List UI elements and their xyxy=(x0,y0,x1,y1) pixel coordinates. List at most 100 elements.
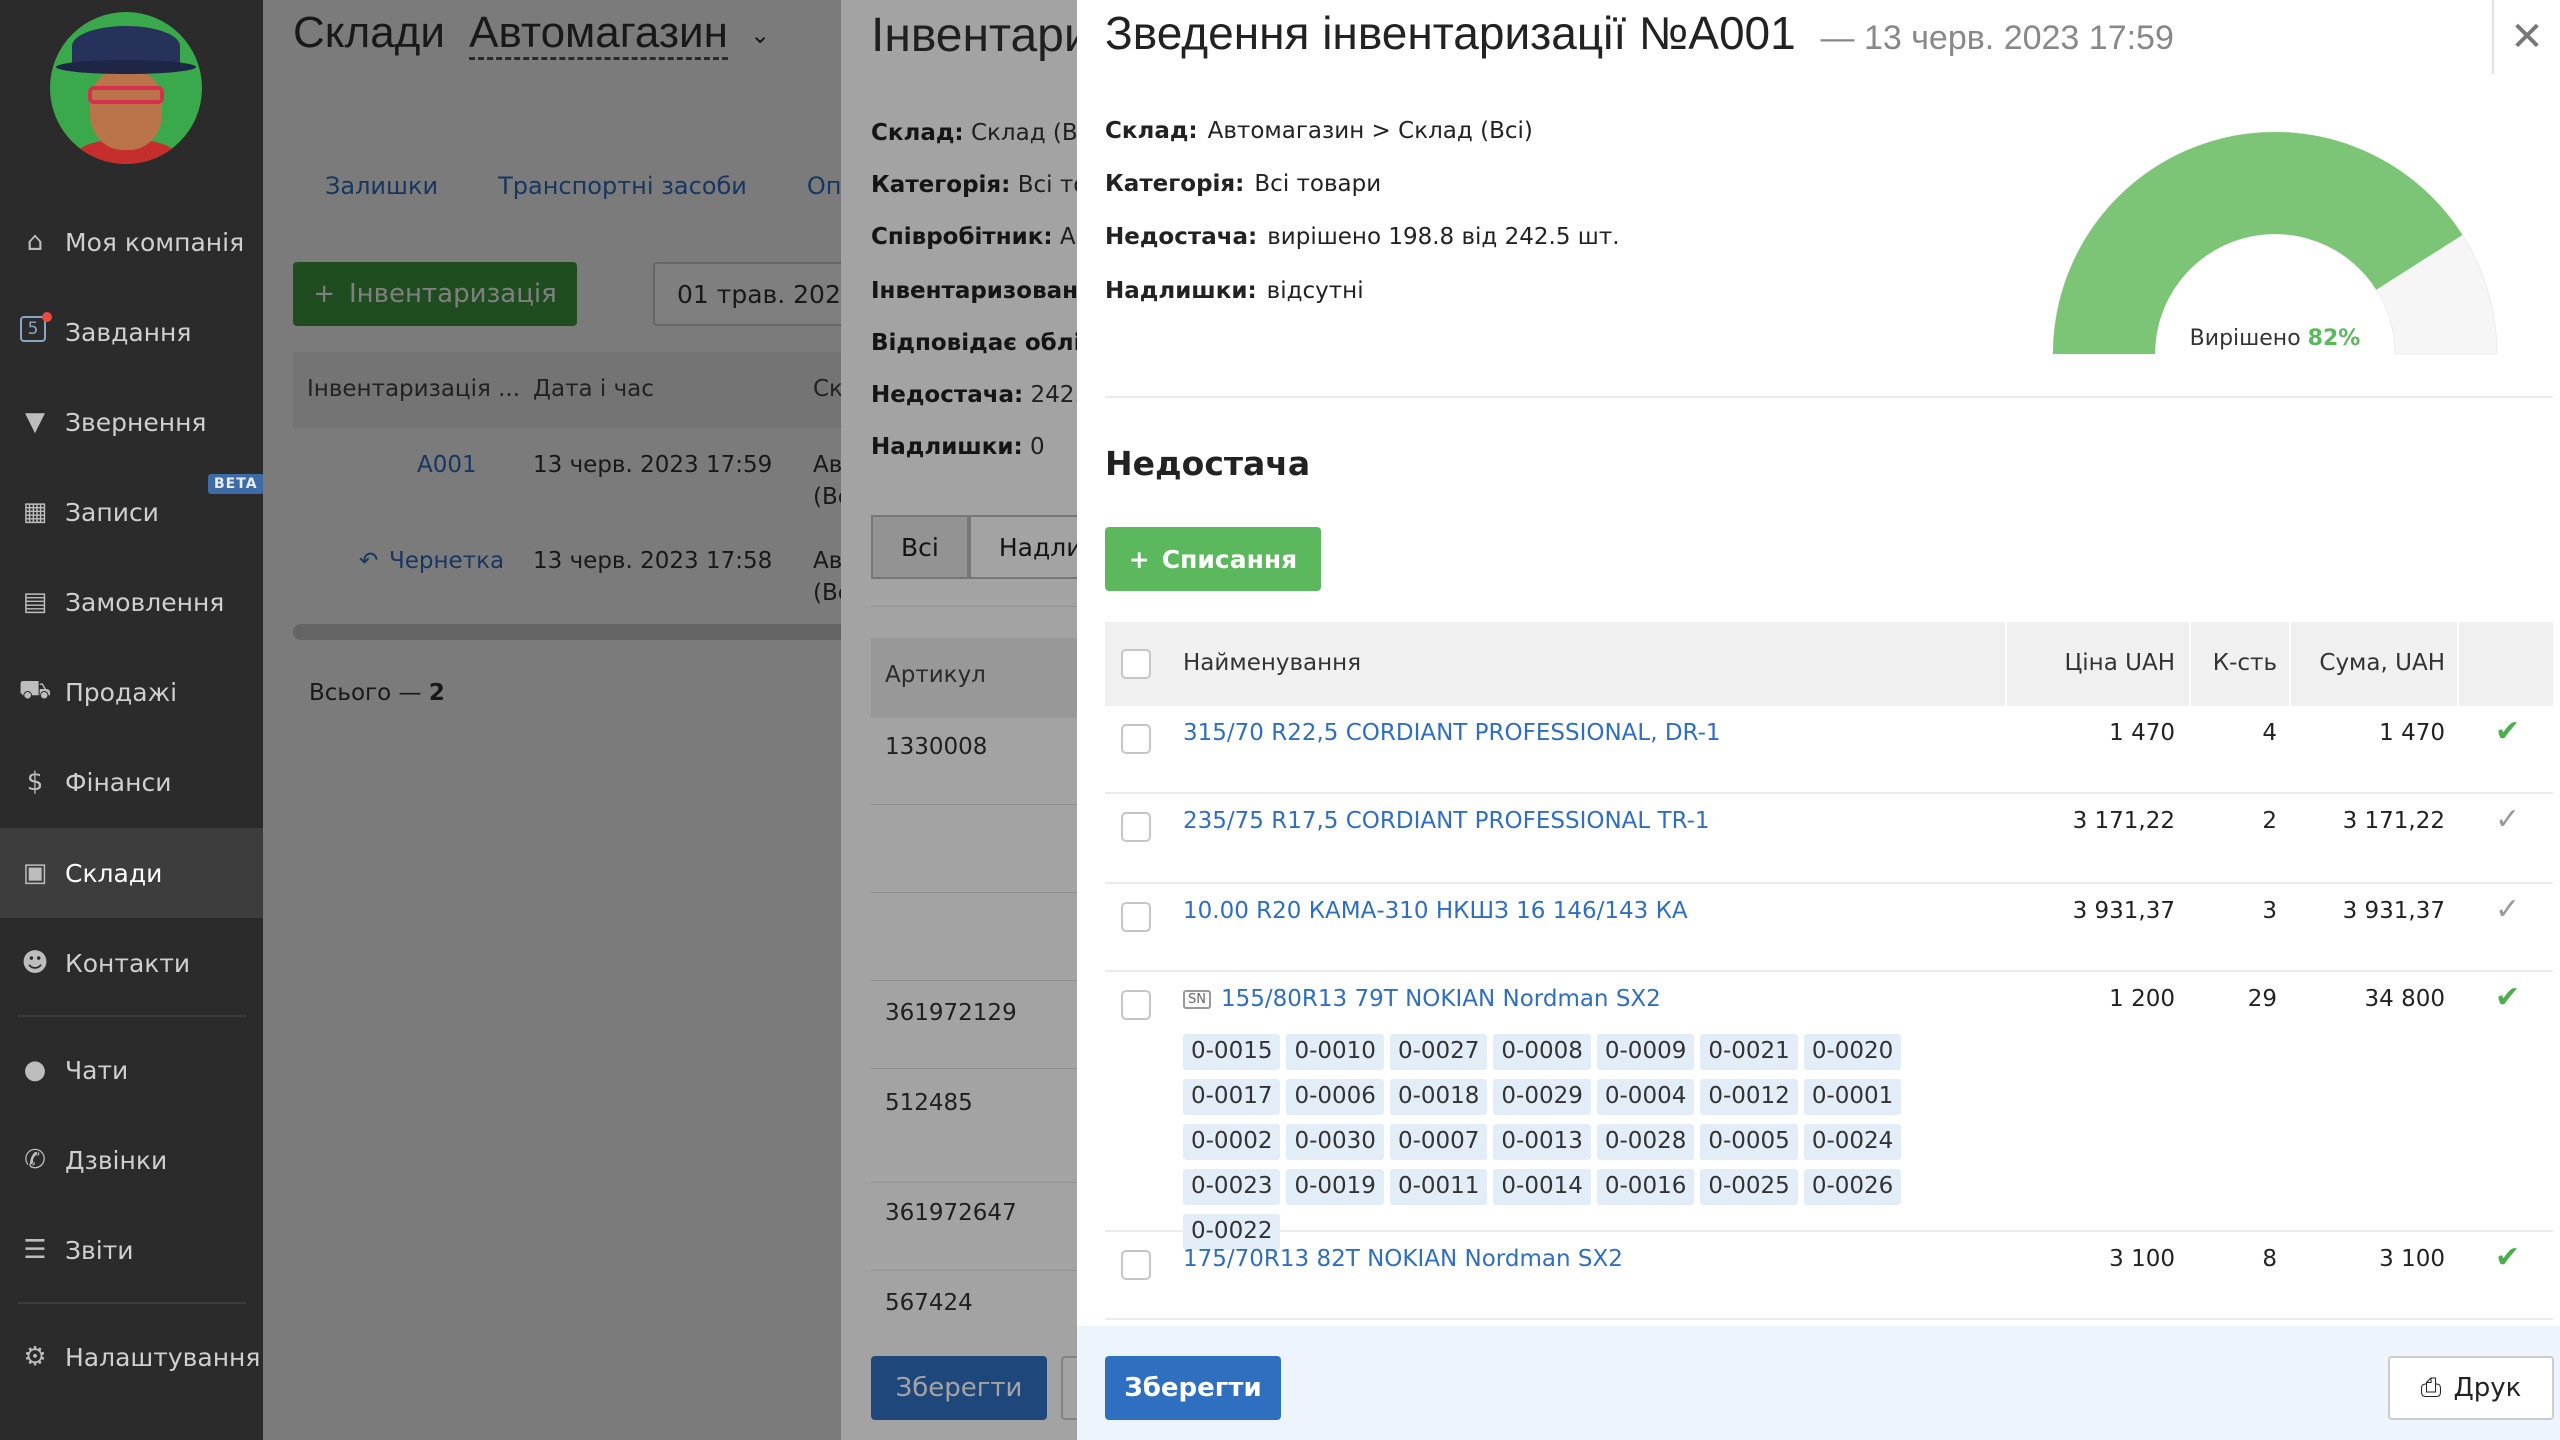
serial-number-chip: 0-0024 xyxy=(1803,1124,1902,1160)
serial-number-chip: 0-0017 xyxy=(1183,1079,1281,1115)
check-icon[interactable]: ✔ xyxy=(2495,714,2520,749)
column-header-price[interactable]: Ціна UAH xyxy=(2064,650,2175,676)
sidebar-item-label: Чати xyxy=(65,1055,129,1085)
row-checkbox[interactable] xyxy=(1121,812,1151,842)
table-row: 315/70 R22,5 CORDIANT PROFESSIONAL, DR-1… xyxy=(1105,706,2553,794)
product-link[interactable]: 315/70 R22,5 CORDIANT PROFESSIONAL, DR-1 xyxy=(1183,720,1721,746)
row-checkbox[interactable] xyxy=(1121,902,1151,932)
serial-number-chip: 0-0012 xyxy=(1700,1079,1798,1115)
table-row: SN 155/80R13 79T NOKIAN Nordman SX2 1 200… xyxy=(1105,972,2553,1250)
avatar[interactable] xyxy=(50,12,202,164)
table-row: 10.00 R20 КАМА-310 НКШЗ 16 146/143 КА 3 … xyxy=(1105,884,2553,972)
sidebar-item-sales[interactable]: ⛟ Продажі xyxy=(0,647,263,737)
modal-title-text: Зведення інвентаризації №A001 xyxy=(1105,7,1796,59)
serial-number-chip: 0-0013 xyxy=(1493,1124,1591,1160)
select-all-checkbox[interactable] xyxy=(1121,649,1151,679)
sidebar-item-label: Контакти xyxy=(65,948,191,978)
check-icon[interactable]: ✔ xyxy=(2495,980,2520,1015)
serial-number-chip: 0-0001 xyxy=(1803,1079,1902,1115)
row-checkbox[interactable] xyxy=(1121,990,1151,1020)
info-key: Склад: xyxy=(1105,118,1198,144)
sidebar-item-warehouses[interactable]: ▣ Склади xyxy=(0,828,263,918)
price-cell: 1 200 xyxy=(2109,986,2175,1012)
info-line: Категорія: Всі товари xyxy=(1105,171,1381,197)
serial-number-chip: 0-0023 xyxy=(1183,1169,1281,1205)
check-icon[interactable]: ✔ xyxy=(2495,1240,2520,1275)
sum-cell: 34 800 xyxy=(2364,986,2445,1012)
inventory-summary-modal: Зведення інвентаризації №A001 — 13 черв.… xyxy=(1077,0,2560,1440)
qty-cell: 2 xyxy=(2262,808,2277,834)
sidebar-item-label: Завдання xyxy=(65,317,192,347)
sidebar-item-requests[interactable]: ▼ Звернення xyxy=(0,377,263,467)
column-divider xyxy=(2189,622,2191,706)
row-checkbox[interactable] xyxy=(1121,724,1151,754)
sidebar: ⌂ Моя компанія Завдання 5 ▼ Звернення ▦ … xyxy=(0,0,264,1440)
save-button[interactable]: Зберегти xyxy=(1105,1356,1281,1420)
sidebar-item-settings[interactable]: ⚙ Налаштування xyxy=(0,1312,263,1402)
serial-number-chip: 0-0029 xyxy=(1493,1079,1591,1115)
shortage-table-header: Найменування Ціна UAH К-сть Сума, UAH xyxy=(1105,622,2553,706)
sidebar-item-contacts[interactable]: ☻ Контакти xyxy=(0,918,263,1008)
sidebar-item-label: Моя компанія xyxy=(65,227,245,257)
column-divider xyxy=(2289,622,2291,706)
info-line: Недостача: вирішено 198.8 від 242.5 шт. xyxy=(1105,224,1620,250)
price-cell: 3 171,22 xyxy=(2072,808,2175,834)
printer-icon: ⎙ xyxy=(2420,1372,2442,1403)
qty-cell: 8 xyxy=(2262,1246,2277,1272)
close-icon[interactable]: ✕ xyxy=(2492,0,2560,74)
info-line: Склад: Автомагазин > Склад (Всі) xyxy=(1105,118,1533,144)
column-divider xyxy=(2457,622,2459,706)
serial-number-list: 0-0015 0-0010 0-0027 0-0008 0-0009 0-0021 0-00… xyxy=(1183,1034,1963,1250)
qty-cell: 29 xyxy=(2247,986,2277,1012)
product-link[interactable]: 235/75 R17,5 CORDIANT PROFESSIONAL TR-1 xyxy=(1183,808,1710,834)
serial-number-chip: 0-0019 xyxy=(1286,1169,1384,1205)
boxes-icon: ▣ xyxy=(22,858,48,888)
sidebar-item-label: Записи xyxy=(65,497,159,527)
column-header-sum[interactable]: Сума, UAH xyxy=(2319,650,2445,676)
funnel-icon: ▼ xyxy=(25,407,45,437)
sidebar-item-finance[interactable]: $ Фінанси xyxy=(0,737,263,827)
modal-title: Зведення інвентаризації №A001 — 13 черв.… xyxy=(1105,6,2174,60)
row-checkbox[interactable] xyxy=(1121,1250,1151,1280)
price-cell: 3 100 xyxy=(2109,1246,2175,1272)
column-header-qty[interactable]: К-сть xyxy=(2213,650,2277,676)
product-link[interactable]: 10.00 R20 КАМА-310 НКШЗ 16 146/143 КА xyxy=(1183,898,1688,924)
gauge-label-text: Вирішено xyxy=(2189,326,2301,351)
serial-number-chip: 0-0026 xyxy=(1803,1169,1902,1205)
sidebar-item-label: Фінанси xyxy=(65,767,172,797)
gauge-label: Вирішено 82% xyxy=(2045,326,2505,351)
sidebar-divider xyxy=(18,1015,246,1017)
sidebar-item-label: Налаштування xyxy=(65,1342,261,1372)
sum-cell: 1 470 xyxy=(2379,720,2445,746)
product-link[interactable]: 175/70R13 82T NOKIAN Nordman SX2 xyxy=(1183,1246,1623,1272)
print-button[interactable]: ⎙ Друк xyxy=(2388,1356,2554,1420)
sidebar-item-company[interactable]: ⌂ Моя компанія xyxy=(0,197,263,287)
write-off-button[interactable]: + Списання xyxy=(1105,527,1321,591)
serial-number-chip: 0-0006 xyxy=(1286,1079,1384,1115)
sum-cell: 3 100 xyxy=(2379,1246,2445,1272)
sidebar-item-calls[interactable]: ✆ Дзвінки xyxy=(0,1115,263,1205)
info-value: відсутні xyxy=(1266,278,1364,304)
report-icon: ☰ xyxy=(23,1235,47,1265)
check-icon[interactable]: ✓ xyxy=(2495,802,2520,837)
column-header-name[interactable]: Найменування xyxy=(1183,650,1361,676)
sidebar-item-reports[interactable]: ☰ Звіти xyxy=(0,1205,263,1295)
sidebar-item-chats[interactable]: ● Чати xyxy=(0,1025,263,1115)
home-icon: ⌂ xyxy=(26,227,44,257)
backdrop-overlay[interactable] xyxy=(263,0,841,1440)
info-value: Автомагазин > Склад (Всі) xyxy=(1207,118,1533,144)
sidebar-item-orders[interactable]: ▤ Замовлення xyxy=(0,557,263,647)
serial-number-chip: 0-0020 xyxy=(1803,1034,1902,1070)
check-icon[interactable]: ✓ xyxy=(2495,892,2520,927)
serial-number-icon: SN xyxy=(1183,990,1211,1009)
plus-icon: + xyxy=(1128,544,1150,574)
divider xyxy=(1105,396,2553,398)
sum-cell: 3 171,22 xyxy=(2342,808,2445,834)
backdrop-overlay[interactable] xyxy=(841,0,1077,1440)
order-list-icon: ▤ xyxy=(22,587,48,617)
gear-icon: ⚙ xyxy=(23,1342,47,1372)
qty-cell: 4 xyxy=(2262,720,2277,746)
info-line: Надлишки: відсутні xyxy=(1105,278,1364,304)
product-link-with-serial[interactable]: SN 155/80R13 79T NOKIAN Nordman SX2 xyxy=(1183,986,1661,1012)
serial-number-chip: 0-0010 xyxy=(1286,1034,1384,1070)
